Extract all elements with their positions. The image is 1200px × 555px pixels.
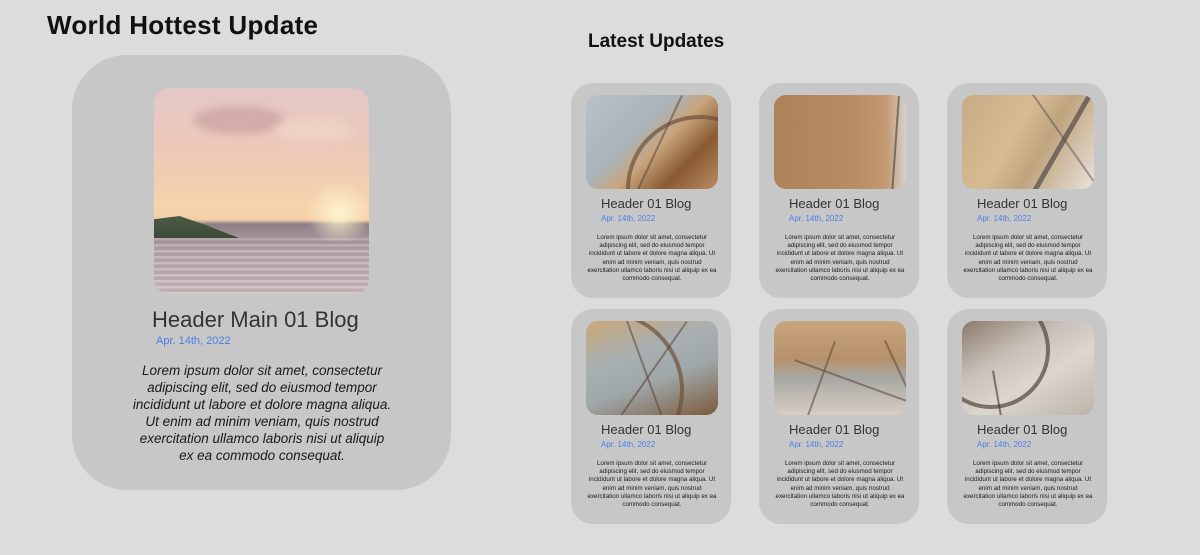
post-card-4[interactable]: Header 01 Blog Apr. 14th, 2022 Lorem ips… [571, 309, 731, 524]
featured-post-excerpt: Lorem ipsum dolor sit amet, consectetur … [132, 363, 392, 463]
featured-post-card[interactable]: Header Main 01 Blog Apr. 14th, 2022 Lore… [72, 55, 451, 490]
post-excerpt: Lorem ipsum dolor sit amet, consectetur … [963, 234, 1093, 283]
post-excerpt: Lorem ipsum dolor sit amet, consectetur … [775, 460, 905, 509]
post-date: Apr. 14th, 2022 [601, 440, 656, 449]
featured-post-date: Apr. 14th, 2022 [156, 335, 231, 347]
post-image-2[interactable] [774, 95, 906, 189]
post-title[interactable]: Header 01 Blog [789, 422, 879, 437]
post-title[interactable]: Header 01 Blog [601, 422, 691, 437]
post-image-5[interactable] [774, 321, 906, 415]
post-title[interactable]: Header 01 Blog [977, 196, 1067, 211]
post-date: Apr. 14th, 2022 [977, 214, 1032, 223]
post-date: Apr. 14th, 2022 [789, 440, 844, 449]
post-excerpt: Lorem ipsum dolor sit amet, consectetur … [963, 460, 1093, 509]
post-card-2[interactable]: Header 01 Blog Apr. 14th, 2022 Lorem ips… [759, 83, 919, 298]
post-date: Apr. 14th, 2022 [977, 440, 1032, 449]
latest-updates-heading: Latest Updates [588, 31, 725, 52]
post-image-4[interactable] [586, 321, 718, 415]
post-title[interactable]: Header 01 Blog [601, 196, 691, 211]
post-title[interactable]: Header 01 Blog [789, 196, 879, 211]
post-date: Apr. 14th, 2022 [789, 214, 844, 223]
post-excerpt: Lorem ipsum dolor sit amet, consectetur … [775, 234, 905, 283]
featured-post-title[interactable]: Header Main 01 Blog [152, 307, 359, 333]
post-excerpt: Lorem ipsum dolor sit amet, consectetur … [587, 460, 717, 509]
post-date: Apr. 14th, 2022 [601, 214, 656, 223]
post-image-1[interactable] [586, 95, 718, 189]
post-image-6[interactable] [962, 321, 1094, 415]
post-title[interactable]: Header 01 Blog [977, 422, 1067, 437]
page-title: World Hottest Update [47, 10, 319, 40]
post-excerpt: Lorem ipsum dolor sit amet, consectetur … [587, 234, 717, 283]
featured-post-image[interactable] [154, 88, 369, 294]
post-image-3[interactable] [962, 95, 1094, 189]
post-card-1[interactable]: Header 01 Blog Apr. 14th, 2022 Lorem ips… [571, 83, 731, 298]
post-card-6[interactable]: Header 01 Blog Apr. 14th, 2022 Lorem ips… [947, 309, 1107, 524]
post-card-5[interactable]: Header 01 Blog Apr. 14th, 2022 Lorem ips… [759, 309, 919, 524]
post-card-3[interactable]: Header 01 Blog Apr. 14th, 2022 Lorem ips… [947, 83, 1107, 298]
